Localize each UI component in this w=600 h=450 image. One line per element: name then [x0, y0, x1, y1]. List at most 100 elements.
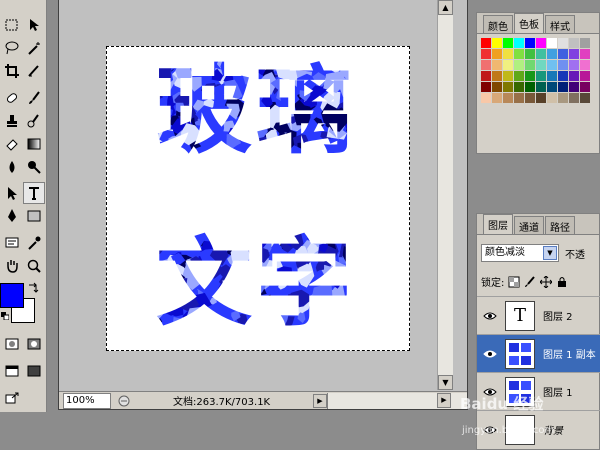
swatch-1[interactable]: [492, 38, 502, 48]
swatch-33[interactable]: [514, 71, 524, 81]
swatch-31[interactable]: [492, 71, 502, 81]
swatch-56[interactable]: [547, 93, 557, 103]
swatch-4[interactable]: [525, 38, 535, 48]
quick-mask-button[interactable]: [23, 333, 45, 355]
swatch-13[interactable]: [514, 49, 524, 59]
blur-tool[interactable]: [1, 156, 23, 178]
swatch-5[interactable]: [536, 38, 546, 48]
fullscreen-mode-button[interactable]: [23, 360, 45, 382]
default-colors-icon[interactable]: [1, 312, 9, 320]
swatch-6[interactable]: [547, 38, 557, 48]
swatch-42[interactable]: [503, 82, 513, 92]
swatch-44[interactable]: [525, 82, 535, 92]
swatch-57[interactable]: [558, 93, 568, 103]
path-select-tool[interactable]: [1, 182, 23, 204]
brush-tool[interactable]: [23, 87, 45, 109]
tab-swatches[interactable]: 色板: [514, 13, 544, 33]
swatch-58[interactable]: [569, 93, 579, 103]
history-brush-tool[interactable]: [23, 110, 45, 132]
lock-transparency-icon[interactable]: [508, 276, 520, 288]
swatch-37[interactable]: [558, 71, 568, 81]
hand-tool[interactable]: [1, 255, 23, 277]
lock-image-brush-icon[interactable]: [524, 275, 536, 288]
swap-colors-icon[interactable]: [27, 282, 39, 294]
lock-all-icon[interactable]: [556, 276, 568, 288]
screen-mode-button[interactable]: [1, 360, 23, 382]
layer-row[interactable]: T 图层 2: [477, 296, 600, 334]
swatch-27[interactable]: [558, 60, 568, 70]
lock-position-icon[interactable]: [540, 275, 553, 288]
swatch-20[interactable]: [481, 60, 491, 70]
swatch-47[interactable]: [558, 82, 568, 92]
chevron-down-icon[interactable]: ▼: [543, 246, 557, 260]
eye-icon[interactable]: [483, 311, 497, 321]
swatch-15[interactable]: [536, 49, 546, 59]
zoom-tool[interactable]: [23, 255, 45, 277]
image-canvas[interactable]: 玻璃文字 玻璃 文字: [106, 46, 410, 351]
foreground-color-swatch[interactable]: [0, 283, 24, 308]
swatch-45[interactable]: [536, 82, 546, 92]
marquee-tool[interactable]: [1, 14, 23, 36]
canvas-area[interactable]: 玻璃文字 玻璃 文字 ▲ ▼: [62, 0, 453, 390]
swatch-53[interactable]: [514, 93, 524, 103]
standard-mode-button[interactable]: [1, 333, 23, 355]
swatch-34[interactable]: [525, 71, 535, 81]
shape-tool[interactable]: [23, 205, 45, 227]
tab-styles[interactable]: 样式: [545, 15, 575, 33]
status-menu-icon[interactable]: [117, 394, 131, 408]
swatch-38[interactable]: [569, 71, 579, 81]
swatch-40[interactable]: [481, 82, 491, 92]
swatch-0[interactable]: [481, 38, 491, 48]
swatch-46[interactable]: [547, 82, 557, 92]
eyedropper-tool[interactable]: [23, 232, 45, 254]
swatch-8[interactable]: [569, 38, 579, 48]
swatch-39[interactable]: [580, 71, 590, 81]
horizontal-scrollbar[interactable]: ▶: [327, 392, 467, 409]
swatch-28[interactable]: [569, 60, 579, 70]
lasso-tool[interactable]: [1, 37, 23, 59]
gradient-tool[interactable]: [23, 133, 45, 155]
swatch-14[interactable]: [525, 49, 535, 59]
swatch-32[interactable]: [503, 71, 513, 81]
slice-tool[interactable]: [23, 60, 45, 82]
eye-icon[interactable]: [483, 349, 497, 359]
layer-row[interactable]: 图层 1 副本: [477, 334, 600, 372]
swatch-17[interactable]: [558, 49, 568, 59]
swatch-10[interactable]: [481, 49, 491, 59]
move-tool[interactable]: [23, 14, 45, 36]
swatch-19[interactable]: [580, 49, 590, 59]
eraser-tool[interactable]: [1, 133, 23, 155]
swatch-43[interactable]: [514, 82, 524, 92]
swatch-21[interactable]: [492, 60, 502, 70]
swatch-26[interactable]: [547, 60, 557, 70]
tab-channels[interactable]: 通道: [514, 216, 544, 234]
tab-paths[interactable]: 路径: [545, 216, 575, 234]
swatch-12[interactable]: [503, 49, 513, 59]
swatch-59[interactable]: [580, 93, 590, 103]
swatch-48[interactable]: [569, 82, 579, 92]
swatch-25[interactable]: [536, 60, 546, 70]
swatch-50[interactable]: [481, 93, 491, 103]
swatch-36[interactable]: [547, 71, 557, 81]
vertical-scrollbar[interactable]: ▲ ▼: [437, 0, 453, 390]
clone-stamp-tool[interactable]: [1, 110, 23, 132]
swatch-29[interactable]: [580, 60, 590, 70]
swatch-2[interactable]: [503, 38, 513, 48]
type-tool[interactable]: [23, 182, 45, 204]
swatch-18[interactable]: [569, 49, 579, 59]
scroll-right-arrow-icon[interactable]: ▶: [437, 392, 451, 408]
crop-tool[interactable]: [1, 60, 23, 82]
tab-color[interactable]: 颜色: [483, 15, 513, 33]
healing-brush-tool[interactable]: [1, 87, 23, 109]
swatch-55[interactable]: [536, 93, 546, 103]
zoom-field[interactable]: 100%: [63, 392, 111, 409]
dodge-tool[interactable]: [23, 156, 45, 178]
jump-to-button[interactable]: [1, 387, 23, 409]
swatch-35[interactable]: [536, 71, 546, 81]
pen-tool[interactable]: [1, 205, 23, 227]
swatch-3[interactable]: [514, 38, 524, 48]
swatch-54[interactable]: [525, 93, 535, 103]
swatch-51[interactable]: [492, 93, 502, 103]
notes-tool[interactable]: [1, 232, 23, 254]
magic-wand-tool[interactable]: [23, 37, 45, 59]
